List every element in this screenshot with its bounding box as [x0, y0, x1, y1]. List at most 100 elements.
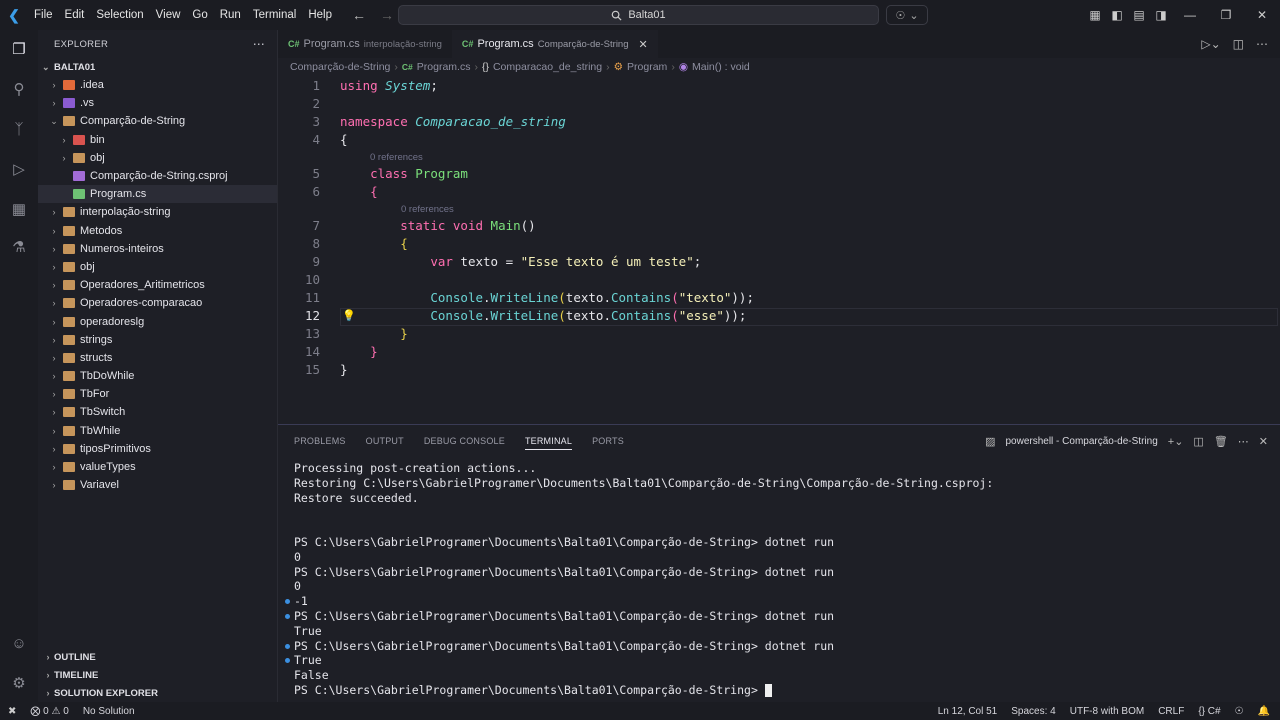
- menu-go[interactable]: Go: [186, 9, 213, 21]
- split-editor-icon[interactable]: ◫: [1233, 37, 1244, 51]
- problems-status[interactable]: ⨂ 0 ⚠ 0: [30, 706, 68, 717]
- remote-icon[interactable]: ✖: [8, 706, 16, 717]
- more-actions-icon[interactable]: ⋯: [1238, 435, 1249, 448]
- command-decoration-icon[interactable]: [285, 643, 290, 649]
- command-decoration-icon[interactable]: [285, 613, 290, 619]
- menu-selection[interactable]: Selection: [90, 9, 149, 21]
- terminal-prompt-line[interactable]: PS C:\Users\GabrielProgramer\Documents\B…: [294, 683, 1264, 698]
- tree-item[interactable]: Comparção-de-String.csproj: [38, 167, 277, 185]
- codelens-references[interactable]: 0 references: [370, 152, 423, 163]
- tree-item[interactable]: › operadoreslg: [38, 312, 277, 330]
- tree-item[interactable]: › structs: [38, 349, 277, 367]
- copilot-status-icon[interactable]: ☉: [1235, 706, 1244, 717]
- tree-item[interactable]: › TbFor: [38, 385, 277, 403]
- tree-item[interactable]: › TbSwitch: [38, 403, 277, 421]
- tab-program-cs-interpolacao[interactable]: C# Program.cs interpolação-string: [278, 30, 452, 58]
- tree-item[interactable]: › Metodos: [38, 222, 277, 240]
- breadcrumb-class[interactable]: Program: [627, 61, 667, 73]
- workspace-root[interactable]: ⌄ BALTA01: [38, 58, 277, 76]
- tab-problems[interactable]: PROBLEMS: [294, 436, 346, 446]
- breadcrumb-file[interactable]: Program.cs: [417, 61, 471, 73]
- source-control-icon[interactable]: ᛉ: [8, 118, 30, 140]
- menu-run[interactable]: Run: [214, 9, 247, 21]
- menu-file[interactable]: File: [28, 9, 59, 21]
- maximize-icon[interactable]: ❐: [1208, 8, 1244, 22]
- toggle-panel-icon[interactable]: ▤: [1128, 8, 1150, 22]
- codelens-references[interactable]: 0 references: [401, 204, 454, 215]
- tree-item[interactable]: › valueTypes: [38, 458, 277, 476]
- close-window-icon[interactable]: ✕: [1244, 8, 1280, 22]
- menu-view[interactable]: View: [150, 9, 187, 21]
- solution-explorer-panel-header[interactable]: › SOLUTION EXPLORER: [38, 684, 278, 702]
- tree-item[interactable]: › bin: [38, 131, 277, 149]
- folder-icon: [73, 152, 85, 163]
- command-decoration-icon[interactable]: [285, 599, 290, 605]
- tab-ports[interactable]: PORTS: [592, 436, 624, 446]
- account-icon[interactable]: ☺: [8, 632, 30, 654]
- customize-layout-icon[interactable]: ▦: [1084, 8, 1106, 22]
- settings-gear-icon[interactable]: ⚙: [8, 672, 30, 694]
- more-actions-icon[interactable]: ⋯: [1256, 37, 1268, 51]
- testing-icon[interactable]: ⚗: [8, 236, 30, 258]
- trash-icon[interactable]: 🗑: [1214, 435, 1228, 448]
- explorer-icon[interactable]: ❐: [8, 38, 30, 60]
- tree-item[interactable]: › interpolação-string: [38, 203, 277, 221]
- toggle-secondary-sidebar-icon[interactable]: ◨: [1150, 8, 1172, 22]
- tree-item[interactable]: › TbWhile: [38, 422, 277, 440]
- tab-program-cs-comparcao[interactable]: C# Program.cs Comparção-de-String ✕: [451, 30, 658, 58]
- run-debug-icon[interactable]: ▷: [8, 158, 30, 180]
- status-right: Ln 12, Col 51 Spaces: 4 UTF-8 with BOM C…: [938, 702, 1270, 720]
- indentation[interactable]: Spaces: 4: [1011, 706, 1055, 717]
- command-decoration-icon[interactable]: [285, 658, 290, 664]
- code-editor[interactable]: 💡 1 2 3 4 5 6 7 8 9 10 11 12 13 14 15 us…: [278, 76, 1280, 424]
- cursor-position[interactable]: Ln 12, Col 51: [938, 706, 998, 717]
- toggle-sidebar-icon[interactable]: ◧: [1106, 8, 1128, 22]
- breadcrumb-namespace[interactable]: Comparacao_de_string: [493, 61, 602, 73]
- more-actions-icon[interactable]: ⋯: [253, 37, 265, 51]
- extensions-icon[interactable]: ▦: [8, 198, 30, 220]
- tree-item[interactable]: › Variavel: [38, 476, 277, 494]
- minimize-icon[interactable]: —: [1172, 8, 1208, 22]
- command-center-search[interactable]: Balta01: [398, 5, 879, 25]
- outline-panel-header[interactable]: › OUTLINE: [38, 648, 278, 666]
- breadcrumb-method[interactable]: Main() : void: [692, 61, 750, 73]
- split-terminal-icon[interactable]: ◫: [1193, 435, 1203, 448]
- close-icon[interactable]: ✕: [639, 38, 648, 51]
- tree-item[interactable]: › Operadores_Aritimetricos: [38, 276, 277, 294]
- menu-help[interactable]: Help: [302, 9, 338, 21]
- copilot-button[interactable]: ☉ ⌄: [886, 5, 928, 25]
- back-arrow-icon[interactable]: ←: [352, 7, 366, 23]
- tree-item[interactable]: › Numeros-inteiros: [38, 240, 277, 258]
- tab-terminal[interactable]: TERMINAL: [524, 432, 573, 450]
- tree-item[interactable]: › obj: [38, 258, 277, 276]
- line-ending[interactable]: CRLF: [1158, 706, 1184, 717]
- tree-item[interactable]: › strings: [38, 331, 277, 349]
- menu-edit[interactable]: Edit: [59, 9, 91, 21]
- solution-status[interactable]: No Solution: [83, 706, 135, 717]
- language-mode[interactable]: {} C#: [1198, 706, 1220, 717]
- tab-debug-console[interactable]: DEBUG CONSOLE: [424, 436, 505, 446]
- operator: =: [498, 254, 521, 269]
- breadcrumb-folder[interactable]: Comparção-de-String: [290, 61, 390, 73]
- tree-item[interactable]: › .vs: [38, 94, 277, 112]
- tree-item[interactable]: › obj: [38, 149, 277, 167]
- timeline-panel-header[interactable]: › TIMELINE: [38, 666, 278, 684]
- terminal-instance-label[interactable]: powershell - Comparção-de-String: [1005, 436, 1157, 447]
- close-panel-icon[interactable]: ✕: [1259, 435, 1268, 448]
- search-icon[interactable]: ⚲: [8, 78, 30, 100]
- tree-item[interactable]: › TbDoWhile: [38, 367, 277, 385]
- tree-item[interactable]: › .idea: [38, 76, 277, 94]
- tree-item[interactable]: ⌄ Comparção-de-String: [38, 112, 277, 130]
- run-icon[interactable]: ▷⌄: [1201, 37, 1220, 51]
- notifications-bell-icon[interactable]: 🔔: [1258, 706, 1270, 717]
- encoding[interactable]: UTF-8 with BOM: [1070, 706, 1144, 717]
- tree-item[interactable]: Program.cs: [38, 185, 277, 204]
- forward-arrow-icon[interactable]: →: [380, 7, 394, 23]
- tab-output[interactable]: OUTPUT: [366, 436, 404, 446]
- terminal-output[interactable]: Processing post-creation actions... Resto…: [285, 461, 1264, 698]
- menu-terminal[interactable]: Terminal: [247, 9, 302, 21]
- tree-item[interactable]: › Operadores-comparacao: [38, 294, 277, 312]
- line-number: 14: [304, 344, 320, 359]
- new-terminal-icon[interactable]: +⌄: [1168, 435, 1184, 448]
- tree-item[interactable]: › tiposPrimitivos: [38, 440, 277, 458]
